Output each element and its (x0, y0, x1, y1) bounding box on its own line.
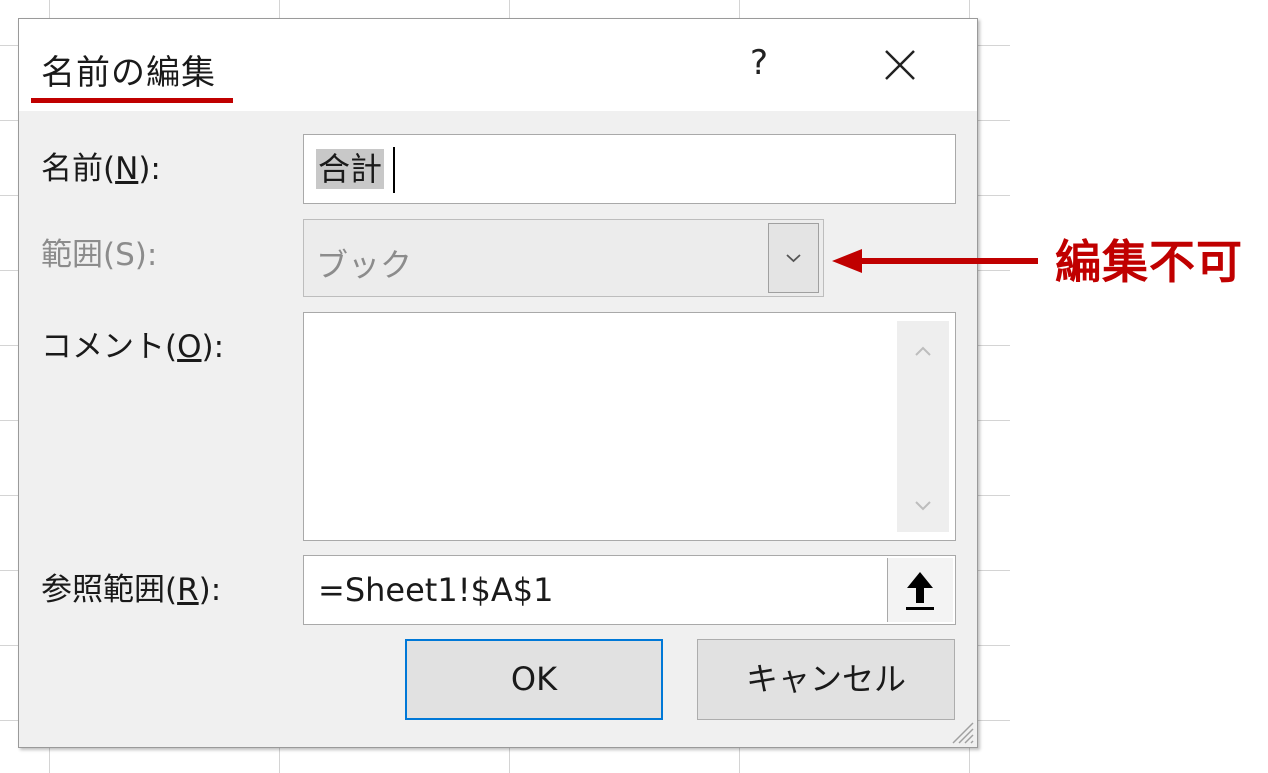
title-highlight-underline (31, 98, 233, 103)
scroll-down-icon[interactable] (897, 485, 949, 525)
comment-label: コメント(O): (41, 329, 225, 365)
close-icon (885, 50, 915, 80)
annotation-arrow-icon (832, 249, 1038, 273)
refers-to-label: 参照範囲(R): (41, 572, 222, 608)
scope-dropdown: ブック (303, 219, 824, 297)
annotation-text: 編集不可 (1055, 235, 1243, 289)
refers-to-value: =Sheet1!$A$1 (318, 571, 554, 609)
help-button[interactable]: ? (741, 43, 777, 87)
scope-value: ブック (316, 246, 413, 284)
edit-name-dialog: 名前の編集 ? 名前(N): 合計 範囲(S): ブック コメント(O): 参照… (18, 18, 978, 748)
name-input[interactable]: 合計 (303, 134, 956, 204)
scope-dropdown-button (768, 223, 819, 293)
cancel-button[interactable]: キャンセル (697, 639, 955, 720)
scope-label: 範囲(S): (41, 237, 158, 273)
name-label: 名前(N): (41, 151, 161, 187)
scroll-up-icon[interactable] (897, 331, 949, 371)
name-input-value: 合計 (316, 149, 385, 189)
dialog-titlebar: 名前の編集 ? (19, 19, 977, 111)
dialog-title: 名前の編集 (41, 53, 216, 93)
refers-to-input[interactable]: =Sheet1!$A$1 (303, 555, 956, 625)
comment-scrollbar[interactable] (897, 321, 949, 532)
close-button[interactable] (876, 41, 924, 89)
resize-grip-icon[interactable] (947, 717, 975, 745)
comment-textarea[interactable] (303, 312, 956, 541)
chevron-down-icon (786, 254, 801, 263)
collapse-dialog-icon (906, 572, 934, 610)
collapse-dialog-button[interactable] (887, 558, 953, 622)
text-caret (393, 147, 395, 193)
ok-button[interactable]: OK (405, 639, 663, 720)
